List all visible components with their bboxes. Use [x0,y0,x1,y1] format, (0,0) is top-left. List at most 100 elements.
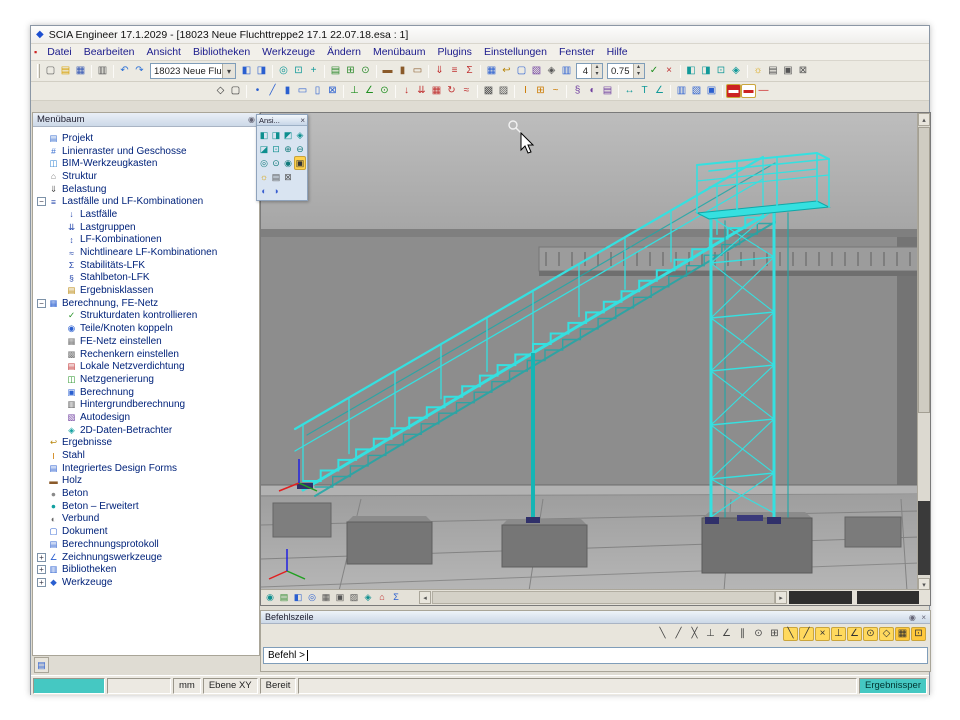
view-scale-spinner[interactable]: 4 ▴▾ [576,63,603,79]
tree-item-lastfaelle[interactable]: ↓Lastfälle [33,208,259,221]
result-table-icon[interactable]: ▥ [674,84,689,98]
tree-item-ergebnisklassen[interactable]: ▤Ergebnisklassen [33,284,259,297]
viewport-3d[interactable]: ▴ ▾ ◉▤◧◎▦▣▨◈⌂Σ ◂ ▸ [260,112,931,606]
tree-item-2d-daten-betrachter[interactable]: ◈2D-Daten-Betrachter [33,424,259,437]
snap-endpoint-icon[interactable]: ╲ [655,627,670,641]
view-back-icon[interactable]: ⊡ [270,142,282,156]
close-icon[interactable]: × [300,116,305,125]
snap-center-on-icon[interactable]: ⊙ [863,627,878,641]
project-combobox[interactable]: 18023 Neue Flucht ▾ [150,63,236,79]
tree-item-beton-erweitert[interactable]: ●Beton – Erweitert [33,500,259,513]
zoom-out-icon[interactable]: ⊖ [294,142,306,156]
view-xy-icon[interactable]: ◧ [258,128,270,142]
toolbar-grip[interactable] [37,64,40,78]
menu-fenster[interactable]: Fenster [553,45,601,59]
zoom-all-icon[interactable]: ⊙ [270,156,282,170]
select-box-icon[interactable]: ▢ [228,84,243,98]
tree-item-belastung[interactable]: ⇓Belastung [33,183,259,196]
tree-item-hintergrundberechnung[interactable]: ▥Hintergrundberechnung [33,398,259,411]
column-icon[interactable]: ▮ [395,64,410,78]
spin-down-icon[interactable]: ▾ [592,71,602,78]
surface-load-icon[interactable]: ▦ [429,84,444,98]
zoom-window-icon[interactable]: ⊡ [291,64,306,78]
clipping-box-icon[interactable]: ⊠ [282,170,294,184]
light-mode-icon[interactable]: ☼ [258,170,270,184]
viewport-hscrollbar[interactable] [432,591,775,604]
dimension-icon[interactable]: ↔ [622,84,637,98]
tree-item-berechnung-fe-netz[interactable]: −▦Berechnung, FE-Netz [33,297,259,310]
results-icon[interactable]: ↩ [499,64,514,78]
opening-icon[interactable]: ⊠ [325,84,340,98]
dock-tab-icon[interactable]: ▤ [34,657,49,673]
menu-ansicht[interactable]: Ansicht [141,45,187,59]
expand-icon[interactable]: + [37,578,46,587]
pan-icon[interactable]: + [306,64,321,78]
load-icon[interactable]: ⇓ [432,64,447,78]
activity-icon[interactable]: ◧ [291,591,305,604]
hinge-icon[interactable]: ⊙ [377,84,392,98]
view-yz-icon[interactable]: ◩ [282,128,294,142]
snap-point-on-icon[interactable]: ◇ [879,627,894,641]
collapse-icon[interactable]: − [37,299,46,308]
shaded-icon[interactable]: ▣ [781,64,796,78]
menu-bibliotheken[interactable]: Bibliotheken [187,45,256,59]
menu-bearbeiten[interactable]: Bearbeiten [78,45,141,59]
support-fixed-icon[interactable]: ⊥ [347,84,362,98]
clip-box-icon[interactable]: ⊠ [796,64,811,78]
render-toggle-icon[interactable]: ▣ [333,591,347,604]
open-project-icon[interactable]: ▤ [58,64,73,78]
tree-item-fe-netz-einstellen[interactable]: ▦FE-Netz einstellen [33,335,259,348]
tree-item-lokale-netzverdichtung[interactable]: ▤Lokale Netzverdichtung [33,360,259,373]
chevron-down-icon[interactable]: ▾ [222,64,235,78]
view-xz-icon[interactable]: ◨ [270,128,282,142]
support-hinged-icon[interactable]: ∠ [362,84,377,98]
copy-icon[interactable]: ◧ [239,64,254,78]
spin-down-icon[interactable]: ▾ [634,71,644,78]
select-icon[interactable]: ◇ [213,84,228,98]
tree-item-lastgruppen[interactable]: ⇊Lastgruppen [33,221,259,234]
zoom-in-icon[interactable]: ⊕ [282,142,294,156]
zoom-window-icon[interactable]: ◎ [258,156,270,170]
spin-up-icon[interactable]: ▴ [634,64,644,71]
titlebar[interactable]: ◆ SCIA Engineer 17.1.2029 - [18023 Neue … [31,26,929,44]
command-input[interactable]: Befehl > [263,647,928,664]
model-info-icon[interactable]: Σ [389,591,403,604]
scroll-left-icon[interactable]: ◂ [419,591,431,604]
zoom-active-icon[interactable]: ▣ [294,156,306,170]
tree-item-dokument[interactable]: ▢Dokument [33,525,259,538]
calculation-icon[interactable]: ▦ [484,64,499,78]
tree-item-nichtlineare-lf-kombinationen[interactable]: ≈Nichtlineare LF-Kombinationen [33,246,259,259]
gallery-icon[interactable]: ▧ [529,64,544,78]
layers-icon[interactable]: ▤ [328,64,343,78]
menu-aendern[interactable]: Ändern [321,45,367,59]
snap-center-icon[interactable]: ⊙ [751,627,766,641]
close-icon[interactable]: × [921,613,926,622]
tree-item-zeichnungswerkzeuge[interactable]: +∠Zeichnungswerkzeuge [33,551,259,564]
tree-item-stahlbeton-lfk[interactable]: §Stahlbeton-LFK [33,272,259,285]
tree-item-struktur[interactable]: ⌂Struktur [33,170,259,183]
status-result-service[interactable]: Ergebnissper [859,678,927,694]
load-case-icon[interactable]: ≡ [447,64,462,78]
tree-item-stabilitaets-lfk[interactable]: ΣStabilitäts-LFK [33,259,259,272]
plate-2-icon[interactable]: ▭ [295,84,310,98]
expand-icon[interactable]: + [37,565,46,574]
menu-hilfe[interactable]: Hilfe [601,45,634,59]
beam-2-icon[interactable]: ╱ [265,84,280,98]
tree-item-berechnungsprotokoll[interactable]: ▤Berechnungsprotokoll [33,538,259,551]
buckling-icon[interactable]: ~ [548,84,563,98]
menu-datei[interactable]: Datei [41,45,78,59]
vscroll-thumb[interactable] [918,127,930,413]
spin-up-icon[interactable]: ▴ [592,64,602,71]
tree-item-teile-knoten-koppeln[interactable]: ◉Teile/Knoten koppeln [33,322,259,335]
accept-icon[interactable]: ✓ [647,64,662,78]
view-params-icon[interactable]: ◑ [270,184,282,198]
node-icon[interactable]: • [250,84,265,98]
zoom-factor-spinner[interactable]: 0.75 ▴▾ [607,63,645,79]
doc-red-icon[interactable]: ▬ [726,84,741,98]
tree-item-berechnung[interactable]: ▣Berechnung [33,386,259,399]
tree-item-integriertes-design-forms[interactable]: ▤Integriertes Design Forms [33,462,259,475]
menu-einstellungen[interactable]: Einstellungen [478,45,553,59]
tree-item-ergebnisse[interactable]: ↩Ergebnisse [33,437,259,450]
tree-item-lf-kombinationen[interactable]: ↕LF-Kombinationen [33,234,259,247]
snap-perpendicular-icon[interactable]: ⊥ [703,627,718,641]
